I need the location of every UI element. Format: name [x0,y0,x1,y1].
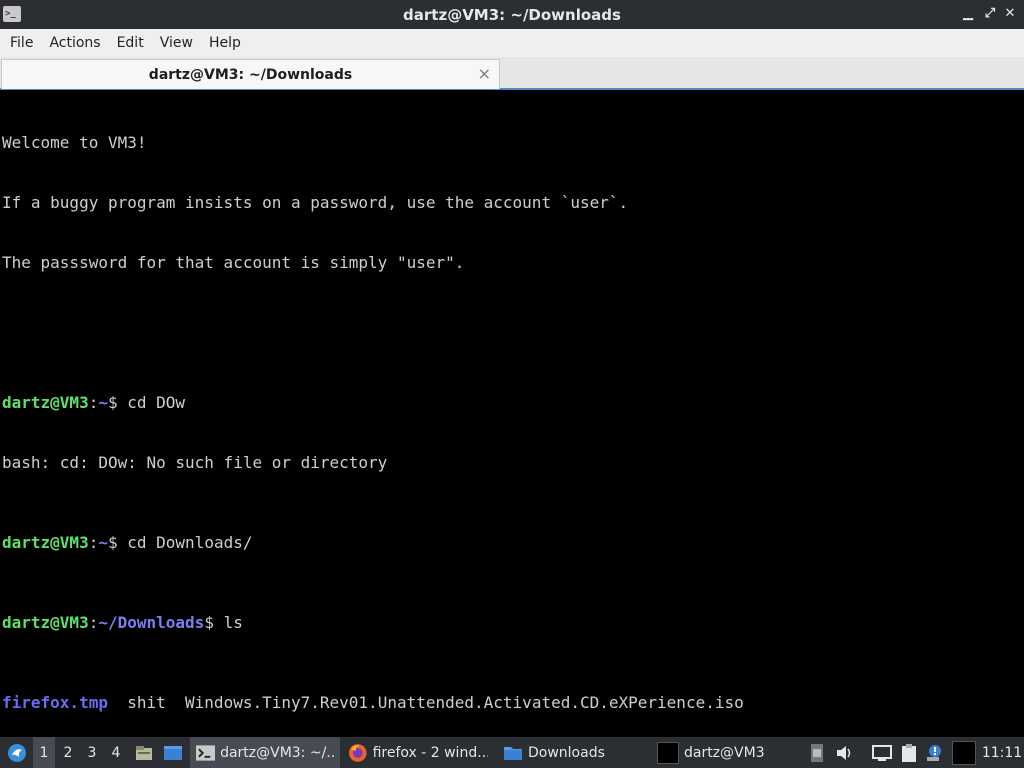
motd-line: Welcome to VM3! [2,133,147,152]
command-line: dartz@VM3:~$ cd DOw [2,393,1022,413]
prompt-path: ~/Downloads [98,613,205,632]
prompt-colon: : [88,393,99,412]
workspace-4[interactable]: 4 [105,737,127,768]
menu-edit[interactable]: Edit [111,29,150,57]
minimize-icon[interactable]: ▁ [958,4,978,24]
task-terminal-2[interactable]: dartz@VM3 [651,737,801,768]
clock[interactable]: 11:11 [980,737,1024,768]
menu-help[interactable]: Help [203,29,247,57]
file-manager-icon[interactable] [133,737,155,768]
motd-line: If a buggy program insists on a password… [2,193,629,212]
prompt-path: ~ [98,533,108,552]
prompt-suffix: $ [107,533,128,552]
window-thumbnail-icon[interactable] [951,737,977,768]
volume-icon[interactable] [833,737,857,768]
firefox-icon [348,743,367,762]
tab-label: dartz@VM3: ~/Downloads [148,66,353,83]
restore-icon[interactable]: ⤢ [980,4,1000,24]
command-text: ls [223,613,243,632]
prompt-suffix: $ [204,613,224,632]
error-output: bash: cd: DOw: No such file or directory [2,453,388,472]
show-desktop-icon[interactable] [161,737,185,768]
workspace-2[interactable]: 2 [57,737,79,768]
prompt-user: dartz@VM3 [2,393,89,412]
start-menu-icon[interactable] [4,737,30,768]
task-label: firefox - 2 wind... [372,744,488,761]
terminal-icon [196,744,216,761]
task-label: dartz@VM3 [684,744,765,761]
folder-icon [504,746,522,760]
prompt-colon: : [88,533,99,552]
ls-directory: firefox.tmp [2,693,108,712]
tab-close-icon[interactable]: × [478,64,491,84]
command-text: cd Downloads/ [127,533,253,552]
close-icon[interactable]: ✕ [1000,4,1020,24]
terminal-icon[interactable]: >_ [3,6,21,22]
task-downloads-folder[interactable]: Downloads [497,737,647,768]
prompt-path: ~ [98,393,108,412]
window-thumbnail-icon [657,741,679,764]
network-icon[interactable] [870,737,894,768]
taskbar: 1 2 3 4 dartz@VM3: ~/... firefox - 2 win… [0,737,1024,768]
window-titlebar[interactable]: >_ dartz@VM3: ~/Downloads ▁ ⤢ ✕ [0,0,1024,29]
task-label: Downloads [528,744,605,761]
ls-output: firefox.tmp shit Windows.Tiny7.Rev01.Una… [2,693,1022,713]
command-line: dartz@VM3:~$ cd Downloads/ [2,533,1022,553]
clipboard-icon[interactable] [897,737,921,768]
tab-terminal[interactable]: dartz@VM3: ~/Downloads × [1,59,500,89]
terminal-output[interactable]: Welcome to VM3! If a buggy program insis… [0,91,1024,737]
tab-bar: dartz@VM3: ~/Downloads × [0,57,1024,90]
motd-line: The passsword for that account is simply… [2,253,465,272]
menu-view[interactable]: View [154,29,199,57]
workspace-3[interactable]: 3 [81,737,103,768]
task-label: dartz@VM3: ~/... [220,744,334,761]
ls-files: shit Windows.Tiny7.Rev01.Unattended.Acti… [107,693,744,712]
prompt-user: dartz@VM3 [2,613,89,632]
prompt-colon: : [88,613,99,632]
window-title: dartz@VM3: ~/Downloads [403,5,621,24]
scroll-indicator-icon[interactable] [805,737,829,768]
task-firefox[interactable]: firefox - 2 wind... [342,737,494,768]
menu-actions[interactable]: Actions [43,29,106,57]
prompt-suffix: $ [107,393,128,412]
notification-icon[interactable] [922,737,946,768]
task-terminal[interactable]: dartz@VM3: ~/... [190,737,340,768]
command-text: cd DOw [127,393,186,412]
menu-file[interactable]: File [4,29,39,57]
command-line: dartz@VM3:~/Downloads$ ls [2,613,1022,633]
prompt-user: dartz@VM3 [2,533,89,552]
menubar: File Actions Edit View Help [0,29,1024,57]
workspace-1[interactable]: 1 [33,737,55,768]
